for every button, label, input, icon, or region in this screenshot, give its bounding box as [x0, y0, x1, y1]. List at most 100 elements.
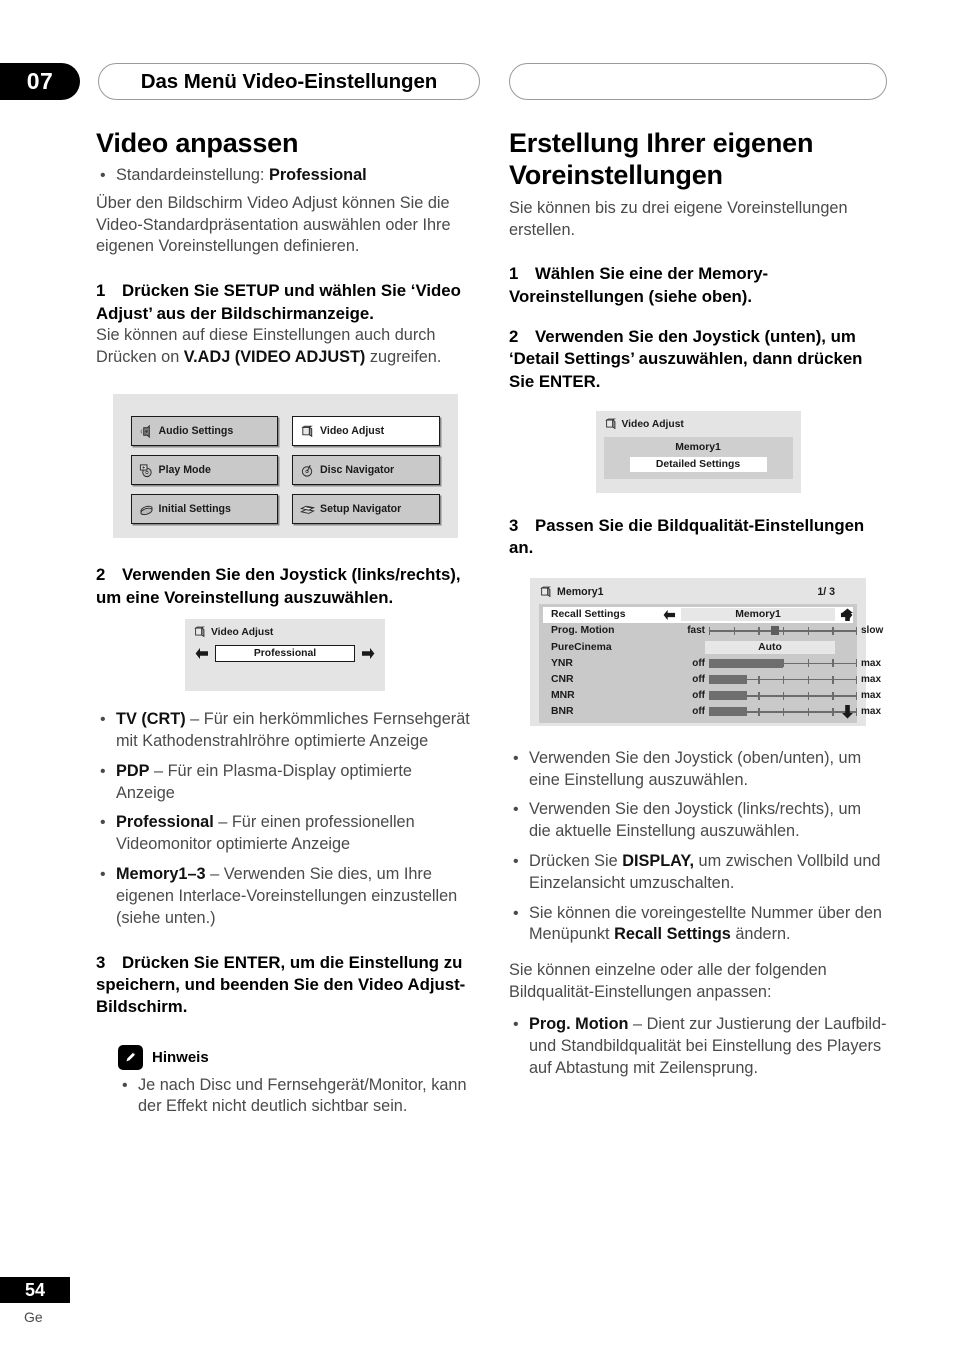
- page-title: Video anpassen: [96, 128, 299, 158]
- menu-item-label: Disc Navigator: [320, 464, 395, 477]
- panel-usage-bullets: Verwenden Sie den Joystick (oben/unten),…: [509, 748, 887, 947]
- setting-row-purecinema[interactable]: PureCinema Auto: [543, 639, 853, 655]
- slider-max-label: slow: [861, 625, 884, 637]
- right-intro-paragraph: Sie können bis zu drei eigene Voreinstel…: [509, 198, 848, 239]
- setting-control[interactable]: Memory1: [663, 608, 853, 622]
- arrow-up-icon[interactable]: [841, 608, 854, 622]
- preset-value: Professional: [215, 645, 355, 663]
- page-number-badge: 54: [0, 1277, 70, 1303]
- right-closing-paragraph: Sie können einzelne oder alle der folgen…: [509, 961, 827, 1002]
- memory-screen-body: Memory1 Detailed Settings: [603, 437, 793, 480]
- picture-quality-settings-list: Prog. Motion – Dient zur Justierung der …: [509, 1014, 887, 1079]
- monitor-icon: [193, 625, 207, 639]
- setting-row-recall-settings[interactable]: Recall Settings Memory1: [543, 606, 853, 623]
- left-step-1-text: Drücken Sie SETUP und wählen Sie ‘Video …: [96, 281, 461, 323]
- chapter-number-badge: 07: [0, 63, 80, 100]
- arrow-right-icon[interactable]: [361, 647, 375, 660]
- speaker-icon: [139, 424, 154, 439]
- osd-memory-detailed-settings-screenshot: Video Adjust Memory1 Detailed Settings: [595, 411, 801, 494]
- setting-row-prog-motion[interactable]: Prog. Motion fast slow: [543, 623, 883, 639]
- setting-control[interactable]: fast slow: [663, 625, 883, 636]
- preset-dash: –: [185, 710, 204, 729]
- setting-label: CNR: [551, 674, 574, 686]
- bullet-text: Verwenden Sie den Joystick (oben/unten),…: [529, 748, 862, 789]
- arrow-left-icon[interactable]: [663, 609, 676, 621]
- left-step-1-body-bold: V.ADJ (VIDEO ADJUST): [183, 347, 366, 366]
- chapter-title-pill: Das Menü Video-Einstellungen: [98, 63, 480, 100]
- menu-item-video-adjust[interactable]: Video Adjust: [292, 416, 440, 447]
- disc-stack-icon: [139, 502, 154, 517]
- osd-main-menu-screenshot: Audio Settings Video Adjust Play Mode Di…: [112, 394, 458, 539]
- chapter-title: Das Menü Video-Einstellungen: [140, 69, 438, 93]
- menu-item-setup-navigator[interactable]: Setup Navigator: [292, 494, 440, 525]
- slider-min-label: fast: [687, 625, 705, 637]
- setting-row-mnr[interactable]: MNR off max: [543, 688, 881, 704]
- panel-header: Memory1 1/ 3: [539, 585, 857, 599]
- slider-fill: [709, 691, 748, 701]
- slider-min-label: off: [692, 674, 705, 686]
- setting-control[interactable]: off max: [663, 690, 881, 701]
- slider-min-label: off: [692, 657, 705, 669]
- menu-item-audio-settings[interactable]: Audio Settings: [130, 416, 278, 447]
- preset-term: TV (CRT): [116, 710, 186, 729]
- arrow-down-icon[interactable]: [841, 704, 854, 719]
- default-setting-list: Standardeinstellung: Professional: [96, 165, 474, 187]
- note-header: Hinweis: [118, 1044, 474, 1070]
- list-item: Verwenden Sie den Joystick (links/rechts…: [509, 799, 887, 843]
- slider-max-label: max: [861, 674, 882, 686]
- setting-control[interactable]: off max: [663, 674, 881, 685]
- slider-knob: [771, 626, 780, 636]
- memory-screen-header: Video Adjust: [604, 417, 793, 431]
- arrow-left-icon[interactable]: [195, 647, 209, 660]
- setting-row-bnr[interactable]: BNR off max: [543, 704, 881, 720]
- setting-row-ynr[interactable]: YNR off max: [543, 655, 881, 671]
- detailed-settings-item[interactable]: Detailed Settings: [629, 457, 767, 473]
- menu-item-play-mode[interactable]: Play Mode: [130, 455, 278, 486]
- default-setting-label: Standardeinstellung:: [116, 165, 265, 184]
- note-bullets: Je nach Disc und Fernsehgerät/Monitor, k…: [118, 1075, 474, 1119]
- monitor-icon: [539, 585, 553, 599]
- setting-control[interactable]: off max: [663, 658, 881, 669]
- bullet-post: ändern.: [730, 925, 791, 944]
- setting-label: MNR: [551, 690, 575, 702]
- slider-fill: [709, 707, 748, 717]
- preset-term: Professional: [116, 813, 214, 832]
- list-item: TV (CRT) – Für ein herkömmliches Fernseh…: [96, 709, 474, 753]
- slider-prog-motion[interactable]: [709, 625, 857, 636]
- menu-item-initial-settings[interactable]: Initial Settings: [130, 494, 278, 525]
- preset-term: Memory1–3: [116, 865, 206, 884]
- bullet-text: Verwenden Sie den Joystick (links/rechts…: [529, 800, 862, 841]
- slider-min-label: off: [692, 706, 705, 718]
- menu-item-label: Audio Settings: [158, 425, 234, 438]
- slider-fill: [709, 658, 783, 668]
- list-item: PDP – Für ein Plasma-Display optimierte …: [96, 761, 474, 805]
- slider-mnr[interactable]: [709, 690, 857, 701]
- slider-cnr[interactable]: [709, 674, 857, 685]
- preset-term: PDP: [116, 761, 150, 780]
- chapter-number: 07: [26, 68, 54, 94]
- list-item: Memory1–3 – Verwenden Sie dies, um Ihre …: [96, 864, 474, 929]
- setting-row-cnr[interactable]: CNR off max: [543, 671, 881, 687]
- page-indicator: 1/ 3: [817, 585, 835, 598]
- right-step-1-text: Wählen Sie eine der Memory-Voreinstellun…: [509, 264, 769, 306]
- right-section-title: Erstellung Ihrer eigenen Voreinstellunge…: [509, 128, 887, 192]
- slider-ynr[interactable]: [709, 658, 857, 669]
- setting-control[interactable]: Auto: [663, 640, 853, 654]
- right-step-3: 3 Passen Sie die Bildqualität-Einstellung…: [509, 515, 887, 560]
- setting-label: Prog. Motion: [551, 625, 615, 637]
- list-item: Drücken Sie DISPLAY, um zwischen Vollbil…: [509, 851, 887, 895]
- setting-label: Recall Settings: [551, 609, 626, 621]
- list-item: Sie können die voreingestellte Nummer üb…: [509, 903, 887, 947]
- setting-dash: –: [628, 1014, 647, 1033]
- right-step-2: 2 Verwenden Sie den Joystick (unten), um …: [509, 326, 887, 393]
- menu-item-label: Video Adjust: [320, 425, 385, 438]
- left-step-3: 3 Drücken Sie ENTER, um die Einstellung z…: [96, 952, 474, 1019]
- menu-item-label: Play Mode: [158, 464, 211, 477]
- menu-item-disc-navigator[interactable]: Disc Navigator: [292, 455, 440, 486]
- slider-max-label: max: [861, 657, 882, 669]
- setup-navigator-icon: [300, 502, 315, 517]
- setting-term: Prog. Motion: [529, 1014, 629, 1033]
- preset-selector-row[interactable]: Professional: [193, 645, 377, 663]
- slider-bnr[interactable]: [709, 706, 857, 717]
- preset-options-list: TV (CRT) – Für ein herkömmliches Fernseh…: [96, 709, 474, 929]
